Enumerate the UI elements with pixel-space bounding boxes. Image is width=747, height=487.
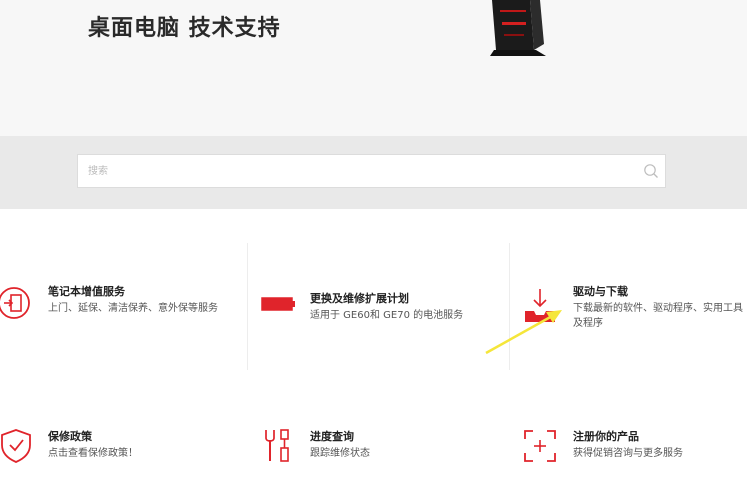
service-notebook-value-added[interactable]: 笔记本增值服务 上门、延保、清洁保养、意外保等服务 (0, 283, 230, 333)
search-icon[interactable] (643, 163, 659, 179)
page-title: 桌面电脑 技术支持 (88, 16, 281, 41)
register-plus-icon (524, 430, 556, 462)
search-bar (77, 154, 666, 188)
service-title: 驱动与下载 (573, 285, 628, 298)
service-description: 上门、延保、清洁保养、意外保等服务 (48, 303, 218, 314)
service-title: 笔记本增值服务 (48, 285, 125, 298)
battery-icon (261, 297, 295, 311)
desktop-pc-image (490, 0, 546, 56)
door-exit-icon (0, 287, 30, 319)
service-progress-query[interactable]: 进度查询 跟踪维修状态 (262, 428, 492, 468)
service-description: 获得促销咨询与更多服务 (573, 448, 683, 459)
column-divider (247, 243, 248, 370)
tools-icon (265, 429, 289, 462)
service-register-product[interactable]: 注册你的产品 获得促销咨询与更多服务 (523, 428, 745, 468)
hero-banner: 桌面电脑 技术支持 (0, 0, 747, 136)
service-description: 点击查看保修政策！ (48, 448, 138, 459)
service-description: 适用于 GE60和 GE70 的电池服务 (310, 310, 464, 321)
service-extended-repair-plan[interactable]: 更换及维修扩展计划 适用于 GE60和 GE70 的电池服务 (260, 290, 490, 330)
annotation-arrow-icon (485, 310, 562, 355)
service-warranty-policy[interactable]: 保修政策 点击查看保修政策！ (0, 428, 230, 468)
service-title: 保修政策 (48, 430, 92, 443)
shield-check-icon (1, 429, 31, 463)
service-title: 进度查询 (310, 430, 354, 443)
service-title: 更换及维修扩展计划 (310, 292, 409, 305)
service-title: 注册你的产品 (573, 430, 639, 443)
service-description: 跟踪维修状态 (310, 448, 370, 459)
search-input[interactable] (78, 155, 628, 187)
service-description: 下载最新的软件、驱动程序、实用工具及程序 (573, 303, 743, 329)
